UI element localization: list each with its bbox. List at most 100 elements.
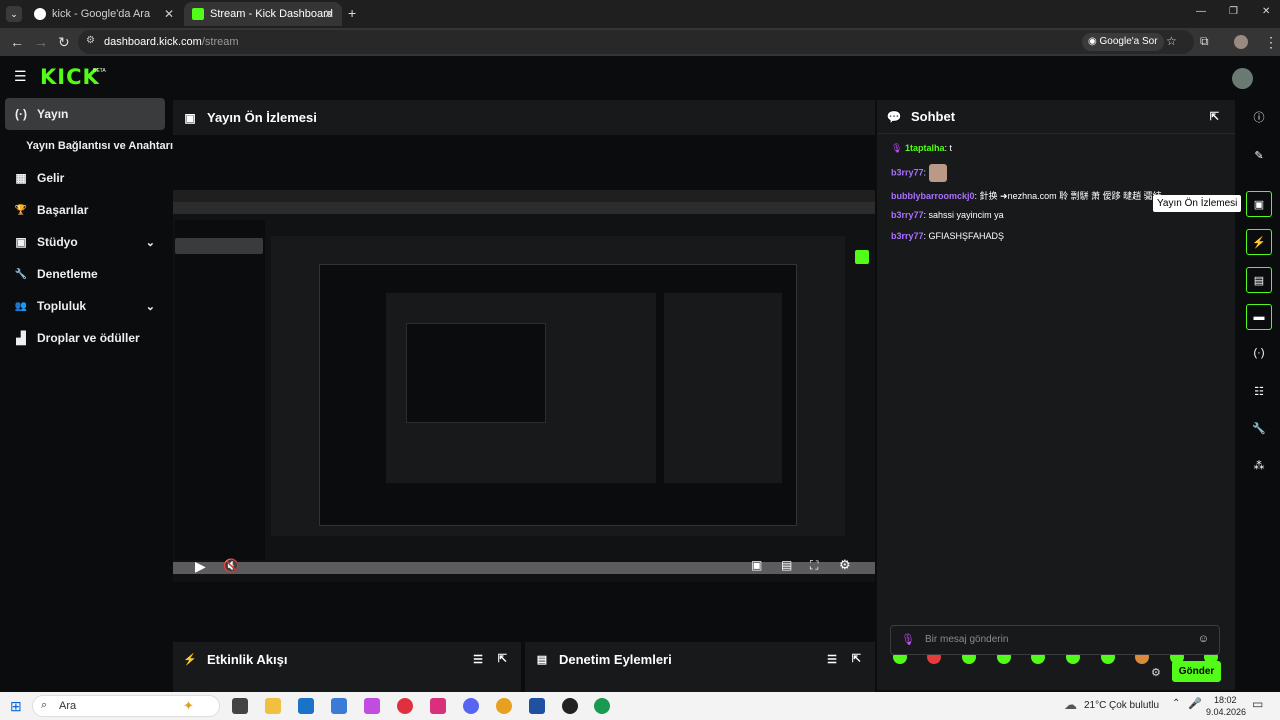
hamburger-icon[interactable]: ☰ <box>14 68 27 85</box>
popout-icon[interactable]: ⇱ <box>852 652 861 665</box>
preview-toggle-icon[interactable]: ▣ <box>1246 191 1272 217</box>
filter-icon[interactable]: ☰ <box>473 653 483 666</box>
document-toggle-icon[interactable]: ▤ <box>1246 267 1272 293</box>
weather-temp[interactable]: 21°C <box>1084 700 1106 711</box>
nested-deep-capture <box>406 323 546 423</box>
clock-time[interactable]: 18:02 <box>1214 695 1237 705</box>
new-tab-button[interactable]: + <box>348 5 356 21</box>
sidebar-item-stream-key[interactable]: Yayın Bağlantısı ve Anahtarı <box>5 130 173 162</box>
bookmark-star-icon[interactable]: ☆ <box>1166 34 1177 48</box>
file-explorer-icon[interactable] <box>265 698 281 714</box>
mute-icon[interactable]: 🔇 <box>223 558 239 574</box>
extensions-icon[interactable]: ⧉ <box>1200 34 1209 49</box>
tab-kick-dashboard[interactable]: Stream - Kick Dashboard ✕ <box>184 2 342 26</box>
chat-username[interactable]: b3rry77 <box>891 167 924 177</box>
emoji-icon[interactable]: ☺ <box>1198 633 1209 645</box>
lightning-toggle-icon[interactable]: ⚡ <box>1246 229 1272 255</box>
popout-icon[interactable]: ⇱ <box>1210 110 1219 123</box>
clock-date[interactable]: 9.04.2026 <box>1206 707 1246 717</box>
sidebar-item-label: Başarılar <box>37 203 89 217</box>
chat-username[interactable]: 1taptalha <box>905 143 945 153</box>
lightning-icon: ⚡ <box>183 653 197 666</box>
tab-google-search[interactable]: kick - Google'da Ara ✕ <box>26 2 182 26</box>
sidebar-item-label: Topluluk <box>37 299 87 313</box>
sidebar-item-topluluk[interactable]: 👥 Topluluk ⌄ <box>5 290 165 322</box>
edit-icon[interactable]: ✎ <box>1246 142 1272 168</box>
settings-icon[interactable]: ⚙ <box>839 557 851 573</box>
chat-toggle-icon[interactable]: ▬ <box>1246 304 1272 330</box>
sidebar-item-studyo[interactable]: ▣ Stüdyo ⌄ <box>5 226 165 258</box>
chat-username[interactable]: b3rry77 <box>891 231 924 241</box>
theater-icon[interactable]: ▤ <box>781 558 792 572</box>
discord-icon[interactable] <box>463 698 479 714</box>
chat-username[interactable]: b3rry77 <box>891 210 924 220</box>
task-view-icon[interactable] <box>232 698 248 714</box>
chevron-up-icon[interactable]: ⌃ <box>1172 698 1180 709</box>
popout-icon[interactable]: ⇱ <box>498 652 507 665</box>
store-icon[interactable] <box>298 698 314 714</box>
filter-icon[interactable]: ☰ <box>827 653 837 666</box>
app-icon[interactable] <box>529 698 545 714</box>
chevron-down-icon[interactable]: ⌄ <box>146 300 155 313</box>
broadcast-icon[interactable]: (·) <box>1246 340 1272 366</box>
mic-icon: 🎙 <box>891 143 903 153</box>
send-button[interactable]: Gönder <box>1172 661 1221 682</box>
kick-logo[interactable]: KICK <box>40 65 100 89</box>
chevron-down-icon[interactable]: ⌄ <box>146 236 155 249</box>
close-icon[interactable]: ✕ <box>324 7 334 21</box>
revenue-icon: ▦ <box>15 171 27 185</box>
sidebar-item-droplar[interactable]: ▟ Droplar ve ödüller <box>5 322 165 354</box>
chat-message: b3rry77: GFIASHŞFAHADŞ <box>891 231 1004 241</box>
google-icon <box>34 8 46 20</box>
chrome-icon[interactable] <box>496 698 512 714</box>
info-icon[interactable]: ⓘ <box>1246 104 1272 130</box>
community-icon: 👥 <box>14 300 28 312</box>
instagram-icon[interactable] <box>430 698 446 714</box>
close-icon[interactable]: ✕ <box>164 7 174 21</box>
user-avatar[interactable] <box>1232 68 1253 89</box>
nested-capture-taskbar <box>173 562 875 574</box>
copilot-icon[interactable] <box>364 698 380 714</box>
menu-icon[interactable]: ⋮ <box>1264 34 1278 51</box>
app-icon[interactable] <box>562 698 578 714</box>
panel-header: ⚡ Etkinlik Akışı ☰ ⇱ <box>173 642 521 676</box>
sidebar-item-gelir[interactable]: ▦ Gelir <box>5 162 165 194</box>
layout-icon[interactable]: ☷ <box>1246 378 1272 404</box>
pip-icon[interactable]: ▣ <box>751 558 762 572</box>
reload-icon[interactable]: ↻ <box>58 34 70 51</box>
sidebar-item-denetleme[interactable]: 🔧 Denetleme <box>5 258 165 290</box>
fullscreen-icon[interactable]: ⛶ <box>810 558 818 573</box>
chat-username[interactable]: bubblybarroomckj0 <box>891 191 975 201</box>
play-icon[interactable]: ▶ <box>195 558 206 575</box>
site-info-icon[interactable]: ⚙ <box>86 35 95 46</box>
tab-search-button[interactable]: ⌄ <box>6 6 22 22</box>
windows-start-icon[interactable]: ⊞ <box>10 698 22 715</box>
sidebar-item-yayin[interactable]: (·) Yayın <box>5 98 165 130</box>
maximize-button[interactable]: ❐ <box>1229 6 1238 17</box>
community-icon[interactable]: ⁂ <box>1246 452 1272 478</box>
chrome-active-icon[interactable] <box>594 698 610 714</box>
sidebar-item-basarilar[interactable]: 🏆 Başarılar <box>5 194 165 226</box>
chat-settings-icon[interactable]: ⚙ <box>1151 666 1161 679</box>
close-window-button[interactable]: ✕ <box>1262 6 1270 17</box>
taskbar-search[interactable]: ⌕ Ara ✦ <box>32 695 220 717</box>
url-domain: dashboard.kick.com <box>104 36 202 48</box>
app-icon[interactable] <box>331 698 347 714</box>
sparkle-icon: ✦ <box>183 698 194 713</box>
notification-icon[interactable]: ▭ <box>1252 697 1263 711</box>
profile-avatar[interactable] <box>1234 35 1248 49</box>
panel-header: ▣ Yayın Ön İzlemesi <box>173 100 875 135</box>
microphone-icon[interactable]: 🎤 <box>1188 697 1202 710</box>
studio-icon: ▣ <box>15 235 27 249</box>
sidebar-item-label: Denetleme <box>37 267 98 281</box>
back-icon[interactable]: ← <box>10 34 24 50</box>
forward-icon[interactable]: → <box>34 34 48 50</box>
minimize-button[interactable]: — <box>1196 6 1206 17</box>
opera-icon[interactable] <box>397 698 413 714</box>
chat-input[interactable]: 🎙 Bir mesaj gönderin ☺ <box>890 625 1220 655</box>
wrench-icon[interactable]: 🔧 <box>1246 415 1272 441</box>
weather-desc[interactable]: Çok bulutlu <box>1109 700 1159 711</box>
address-bar[interactable]: ⚙ dashboard.kick.com/stream ◉ Google'a S… <box>78 30 1194 54</box>
google-ask-button[interactable]: ◉ Google'a Sor <box>1082 33 1164 51</box>
video-player[interactable]: ▶ 🔇 ▣ ▤ ⛶ ⚙ <box>173 190 875 582</box>
